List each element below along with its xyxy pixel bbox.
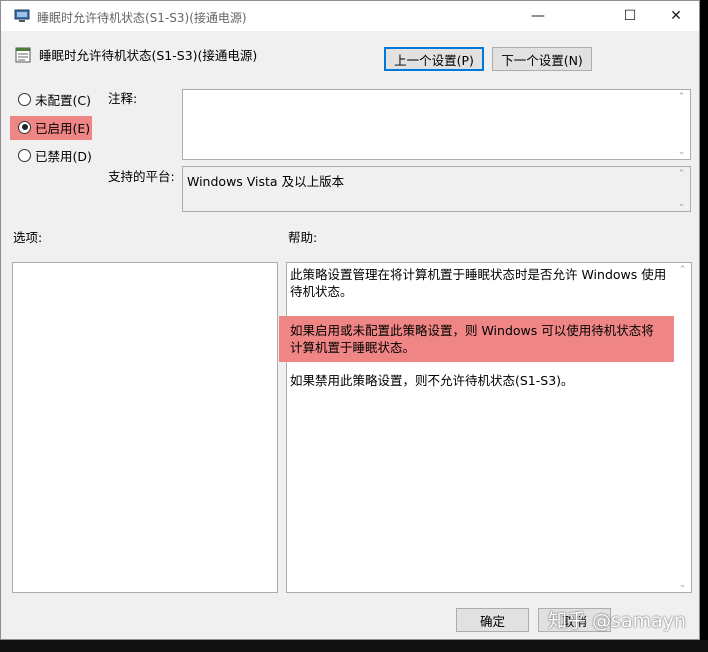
help-paragraph: 如果禁用此策略设置，则不允许待机状态(S1-S3)。 — [290, 373, 574, 388]
watermark: 知乎 @samayn — [548, 610, 687, 632]
scroll-up-icon[interactable]: ⌃ — [679, 265, 687, 275]
minimize-icon: — — [531, 8, 545, 24]
policy-icon — [15, 47, 31, 63]
radio-circle[interactable] — [18, 148, 31, 162]
maximize-button[interactable]: ☐ — [607, 1, 653, 31]
radio-not-configured[interactable]: 未配置(C) — [18, 90, 91, 108]
help-scrollbar[interactable]: ⌃ ⌄ — [674, 263, 691, 592]
radio-label: 已启用(E) — [35, 120, 91, 136]
window-title: 睡眠时允许待机状态(S1-S3)(接通电源) — [37, 11, 247, 25]
policy-name: 睡眠时允许待机状态(S1-S3)(接通电源) — [39, 48, 258, 63]
previous-setting-button[interactable]: 上一个设置(P) — [384, 47, 484, 71]
radio-circle[interactable] — [18, 92, 31, 106]
title-bar[interactable]: 睡眠时允许待机状态(S1-S3)(接通电源) — ☐ ✕ — [1, 1, 699, 31]
comment-label: 注释: — [108, 91, 138, 106]
help-paragraph-highlighted: 如果启用或未配置此策略设置，则 Windows 可以使用待机状态将计算机置于睡眠… — [279, 316, 674, 362]
taskbar-strip — [0, 640, 708, 652]
help-label: 帮助: — [288, 230, 318, 245]
comment-scrollbar[interactable]: ⌃ ⌄ — [673, 90, 690, 159]
help-paragraph: 此策略设置管理在将计算机置于睡眠状态时是否允许 Windows 使用待机状态。 — [290, 267, 667, 299]
close-icon: ✕ — [670, 8, 682, 24]
scroll-up-icon[interactable]: ⌃ — [678, 92, 686, 102]
options-panel — [12, 262, 278, 593]
app-icon — [14, 9, 30, 22]
radio-label: 未配置(C) — [35, 92, 91, 108]
platform-field: Windows Vista 及以上版本 ⌃ ⌄ — [182, 166, 691, 212]
radio-enabled[interactable]: 已启用(E) — [18, 118, 90, 136]
ok-button[interactable]: 确定 — [456, 608, 529, 632]
radio-circle-selected[interactable] — [18, 120, 31, 134]
radio-label: 已禁用(D) — [35, 148, 92, 164]
comment-textarea[interactable]: ⌃ ⌄ — [182, 89, 691, 160]
next-setting-button[interactable]: 下一个设置(N) — [492, 47, 592, 71]
scroll-down-icon[interactable]: ⌄ — [678, 147, 686, 157]
close-button[interactable]: ✕ — [653, 1, 699, 31]
scroll-up-icon[interactable]: ⌃ — [678, 169, 686, 179]
scroll-down-icon[interactable]: ⌄ — [679, 580, 687, 590]
radio-disabled[interactable]: 已禁用(D) — [18, 146, 92, 164]
platform-value: Windows Vista 及以上版本 — [187, 174, 345, 189]
help-text: 此策略设置管理在将计算机置于睡眠状态时是否允许 Windows 使用待机状态。 … — [279, 266, 674, 389]
scroll-down-icon[interactable]: ⌄ — [678, 199, 686, 209]
maximize-icon: ☐ — [623, 8, 637, 24]
help-panel[interactable]: 此策略设置管理在将计算机置于睡眠状态时是否允许 Windows 使用待机状态。 … — [279, 262, 692, 593]
policy-dialog-window: 睡眠时允许待机状态(S1-S3)(接通电源) — ☐ ✕ 睡眠时允许待机状态(S… — [0, 0, 700, 640]
options-label: 选项: — [13, 230, 43, 245]
minimize-button[interactable]: — — [515, 1, 561, 31]
platform-label: 支持的平台: — [108, 169, 175, 184]
platform-scrollbar[interactable]: ⌃ ⌄ — [673, 167, 690, 211]
